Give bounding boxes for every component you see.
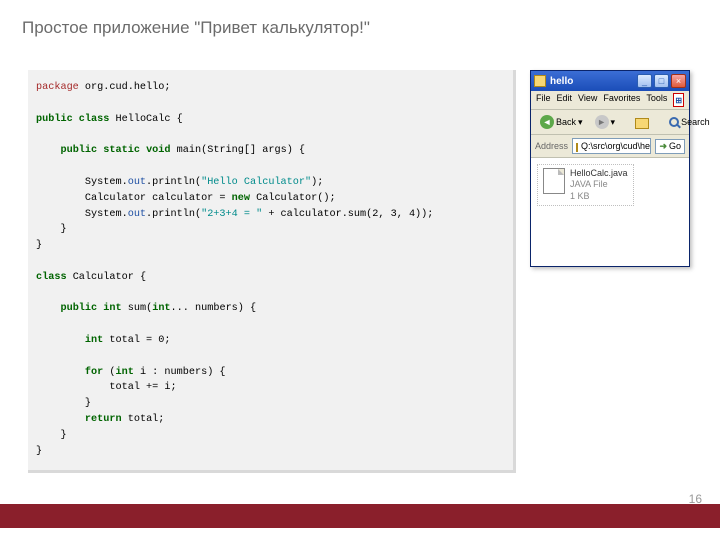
go-arrow-icon: ➜	[659, 141, 667, 152]
forward-button[interactable]: ► ▾	[591, 113, 620, 131]
string-literal: "Hello Calculator"	[201, 177, 311, 188]
keyword-public: public	[36, 114, 73, 125]
code-text: total;	[122, 414, 165, 425]
chevron-down-icon: ▾	[578, 117, 583, 128]
keyword-int: int	[152, 303, 170, 314]
search-icon	[669, 117, 679, 127]
code-text: org.cud.hello;	[79, 82, 171, 93]
folder-icon	[576, 143, 578, 152]
keyword-package: package	[36, 82, 79, 93]
maximize-button[interactable]: □	[654, 74, 669, 88]
code-text: );	[311, 177, 323, 188]
code-text: }	[36, 430, 67, 441]
explorer-title: hello	[550, 76, 637, 87]
code-text: (	[103, 367, 115, 378]
file-size: 1 KB	[570, 191, 628, 202]
forward-arrow-icon: ►	[595, 115, 609, 129]
file-icon	[543, 168, 565, 194]
code-text: ... numbers) {	[171, 303, 257, 314]
code-text: total += i;	[36, 382, 177, 393]
keyword-new: new	[232, 193, 250, 204]
keyword-return: return	[85, 414, 122, 425]
keyword-int: int	[116, 367, 134, 378]
close-button[interactable]: ×	[671, 74, 686, 88]
menu-file[interactable]: File	[536, 93, 551, 107]
keyword-public: public	[60, 145, 97, 156]
folder-up-icon	[635, 118, 649, 129]
explorer-titlebar[interactable]: hello _ □ ×	[531, 71, 689, 91]
back-label: Back	[556, 117, 576, 127]
go-button[interactable]: ➜ Go	[655, 139, 685, 154]
address-field[interactable]: Q:\src\org\cud\hello	[572, 138, 651, 154]
code-text: System.	[36, 177, 128, 188]
keyword-for: for	[85, 367, 103, 378]
field-out: out	[128, 209, 146, 220]
keyword-int: int	[97, 303, 121, 314]
code-text: System.	[36, 209, 128, 220]
explorer-addressbar: Address Q:\src\org\cud\hello ➜ Go	[531, 135, 689, 158]
keyword-class: class	[73, 114, 110, 125]
explorer-window: hello _ □ × File Edit View Favorites Too…	[530, 70, 690, 267]
keyword-void: void	[140, 145, 171, 156]
minimize-button[interactable]: _	[637, 74, 652, 88]
back-button[interactable]: ◄ Back ▾	[536, 113, 587, 131]
code-text: total = 0;	[103, 335, 170, 346]
string-literal: "2+3+4 = "	[201, 209, 262, 220]
folder-icon	[534, 75, 546, 87]
explorer-toolbar: ◄ Back ▾ ► ▾ Search	[531, 110, 689, 135]
chevron-down-icon: ▾	[611, 117, 616, 128]
address-path: Q:\src\org\cud\hello	[581, 141, 651, 151]
search-label: Search	[681, 117, 710, 127]
menu-tools[interactable]: Tools	[646, 93, 667, 107]
code-text: Calculator calculator =	[36, 193, 232, 204]
search-button[interactable]: Search	[665, 115, 714, 129]
back-arrow-icon: ◄	[540, 115, 554, 129]
keyword-static: static	[97, 145, 140, 156]
code-text: i : numbers) {	[134, 367, 226, 378]
up-button[interactable]	[631, 115, 653, 130]
code-text: HelloCalc {	[109, 114, 182, 125]
code-block: package org.cud.hello; public class Hell…	[28, 70, 516, 473]
menu-edit[interactable]: Edit	[557, 93, 573, 107]
code-text: Calculator {	[67, 272, 146, 283]
code-text: }	[36, 398, 91, 409]
file-name: HelloCalc.java	[570, 168, 628, 179]
code-text: + calculator.sum(2, 3, 4));	[262, 209, 433, 220]
xp-logo-icon: ⊞	[673, 93, 684, 107]
keyword-public: public	[60, 303, 97, 314]
code-text: main(String[] args) {	[171, 145, 306, 156]
explorer-file-pane[interactable]: HelloCalc.java JAVA File 1 KB	[531, 158, 689, 266]
code-text: }	[36, 240, 42, 251]
code-text: }	[36, 446, 42, 457]
explorer-menubar: File Edit View Favorites Tools ⊞	[531, 91, 689, 110]
keyword-int: int	[85, 335, 103, 346]
code-text: Calculator();	[250, 193, 336, 204]
slide-title: Простое приложение "Привет калькулятор!"	[0, 0, 720, 38]
code-text: .println(	[146, 177, 201, 188]
menu-favorites[interactable]: Favorites	[603, 93, 640, 107]
file-type: JAVA File	[570, 179, 628, 190]
keyword-class: class	[36, 272, 67, 283]
go-label: Go	[669, 141, 681, 151]
content-row: package org.cud.hello; public class Hell…	[0, 38, 720, 473]
code-text: .println(	[146, 209, 201, 220]
field-out: out	[128, 177, 146, 188]
file-meta: HelloCalc.java JAVA File 1 KB	[570, 168, 628, 202]
address-label: Address	[535, 141, 568, 151]
file-item[interactable]: HelloCalc.java JAVA File 1 KB	[537, 164, 634, 206]
code-text: }	[36, 224, 67, 235]
code-text: sum(	[122, 303, 153, 314]
menu-view[interactable]: View	[578, 93, 597, 107]
footer-bar	[0, 504, 720, 528]
